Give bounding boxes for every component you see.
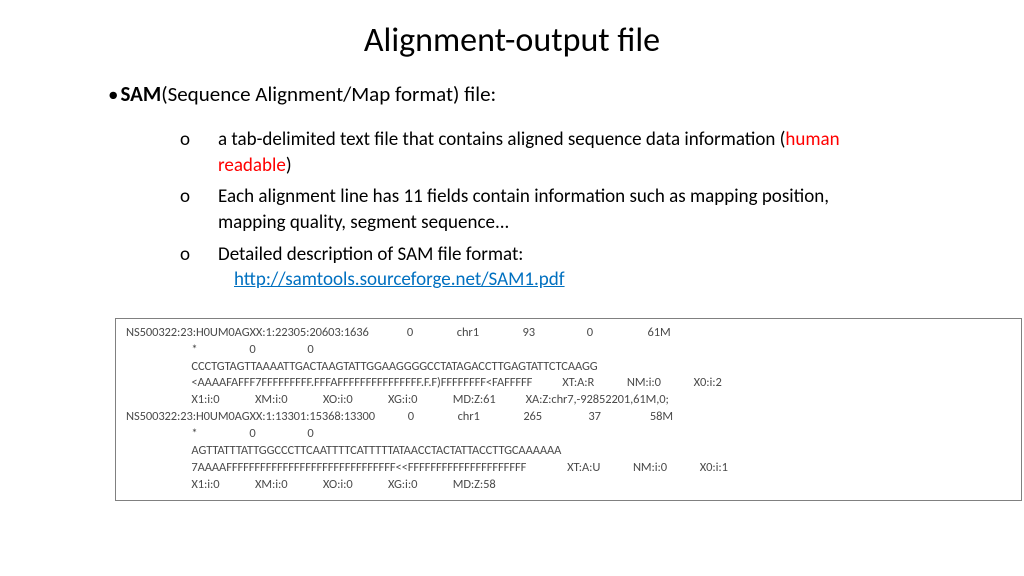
slide: Alignment-output file •SAM(Sequence Alig…: [0, 0, 1024, 501]
item-text-post: ): [286, 154, 292, 177]
list-marker: o: [180, 184, 190, 210]
bullet-bold: SAM: [120, 81, 161, 107]
bullet-dot: •: [108, 81, 118, 107]
list-marker: o: [180, 242, 190, 268]
main-bullet: •SAM(Sequence Alignment/Map format) file…: [108, 81, 964, 107]
list-item: o a tab-delimited text file that contain…: [180, 127, 860, 178]
list-item: o Detailed description of SAM file forma…: [180, 242, 860, 293]
list-item: o Each alignment line has 11 fields cont…: [180, 184, 860, 235]
item-text: Each alignment line has 11 fields contai…: [218, 185, 829, 234]
sam-example-box: NS500322:23:H0UM0AGXX:1:22305:20603:1636…: [115, 318, 1022, 501]
item-text-pre: a tab-delimited text file that contains …: [218, 128, 785, 151]
bullet-rest: (Sequence Alignment/Map format) file:: [161, 81, 496, 107]
item-text: Detailed description of SAM file format:: [218, 243, 523, 266]
list-marker: o: [180, 127, 190, 153]
sam-spec-link[interactable]: http://samtools.sourceforge.net/SAM1.pdf: [234, 267, 565, 293]
sub-list: o a tab-delimited text file that contain…: [180, 127, 860, 293]
page-title: Alignment-output file: [60, 20, 964, 61]
